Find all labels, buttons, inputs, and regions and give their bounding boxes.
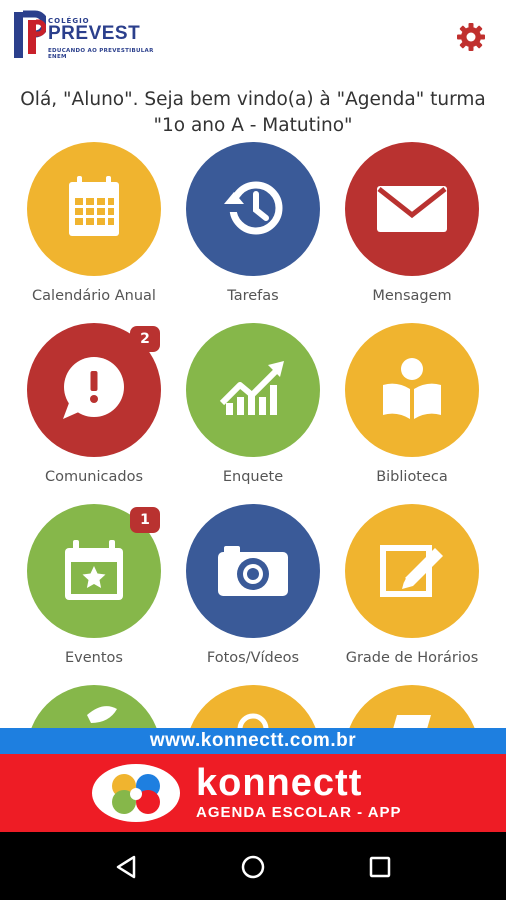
tile-circle <box>345 323 479 457</box>
welcome-message: Olá, "Aluno". Seja bem vindo(a) à "Agend… <box>20 89 486 136</box>
tile-circle <box>186 504 320 638</box>
ticket-icon <box>393 715 431 728</box>
tile-circle <box>186 323 320 457</box>
tile-tarefas[interactable]: Tarefas <box>173 142 333 312</box>
tile-circle <box>27 685 161 728</box>
tile-partial-1[interactable] <box>14 685 174 728</box>
tile-mensagem[interactable]: Mensagem <box>332 142 492 312</box>
tile-partial-2[interactable] <box>173 685 333 728</box>
tile-partial-3[interactable] <box>332 685 492 728</box>
puzzle-logo-icon <box>92 764 180 822</box>
tile-eventos[interactable]: 1 Eventos <box>14 504 174 674</box>
back-triangle-icon[interactable] <box>112 852 142 882</box>
notification-badge: 1 <box>130 507 160 533</box>
banner-url[interactable]: www.konnectt.com.br <box>0 728 506 754</box>
edit-icon <box>380 545 443 597</box>
leaf-icon <box>87 706 117 723</box>
tile-label: Comunicados <box>44 469 144 485</box>
tile-circle <box>186 685 320 728</box>
tile-circle <box>345 504 479 638</box>
notification-badge: 2 <box>130 326 160 352</box>
recents-square-icon[interactable] <box>365 852 395 882</box>
tile-fotos-videos[interactable]: Fotos/Vídeos <box>173 504 333 674</box>
reader-icon <box>383 358 441 419</box>
tile-comunicados[interactable]: 2 Comunicados <box>14 323 174 493</box>
tile-biblioteca[interactable]: Biblioteca <box>332 323 492 493</box>
chart-icon <box>219 361 284 415</box>
calendar-icon <box>69 176 119 236</box>
ad-banner[interactable]: www.konnectt.com.br konnectt AGENDA ESCO… <box>0 728 506 832</box>
school-logo: COLÉGIO PREVEST EDUCANDO AO PREVESTIBULA… <box>12 10 162 62</box>
banner-brand-bar[interactable]: konnectt AGENDA ESCOLAR - APP <box>0 754 506 832</box>
tile-circle <box>345 142 479 276</box>
tile-label: Enquete <box>222 469 284 485</box>
history-icon <box>224 181 283 235</box>
tile-label: Mensagem <box>372 288 452 304</box>
system-nav-bar <box>0 832 506 900</box>
circle-icon <box>237 713 269 728</box>
tile-circle <box>345 685 479 728</box>
gear-icon[interactable] <box>456 22 486 52</box>
tile-label: Eventos <box>65 650 123 666</box>
tile-label: Biblioteca <box>376 469 448 485</box>
logo-name: PREVEST <box>48 23 141 44</box>
banner-tagline: AGENDA ESCOLAR - APP <box>196 804 402 821</box>
tile-circle <box>186 142 320 276</box>
envelope-icon <box>377 186 447 232</box>
tile-calendario-anual[interactable]: Calendário Anual <box>14 142 174 312</box>
camera-icon <box>218 546 288 596</box>
logo-mark-icon <box>14 10 46 58</box>
logo-tagline: EDUCANDO AO PREVESTIBULAR ENEM <box>48 48 154 60</box>
tile-label: Grade de Horários <box>345 650 479 666</box>
tile-label: Tarefas <box>227 288 279 304</box>
tile-circle <box>27 142 161 276</box>
feature-grid: Calendário Anual Tarefas Mensagem 2 Comu… <box>0 140 506 728</box>
app-header: COLÉGIO PREVEST EDUCANDO AO PREVESTIBULA… <box>0 0 506 72</box>
tile-grade-de-horarios[interactable]: Grade de Horários <box>332 504 492 674</box>
tile-label: Fotos/Vídeos <box>206 650 300 666</box>
tile-label: Calendário Anual <box>32 288 156 304</box>
tile-enquete[interactable]: Enquete <box>173 323 333 493</box>
home-circle-icon[interactable] <box>238 852 268 882</box>
banner-brand-name: konnectt <box>196 762 363 804</box>
